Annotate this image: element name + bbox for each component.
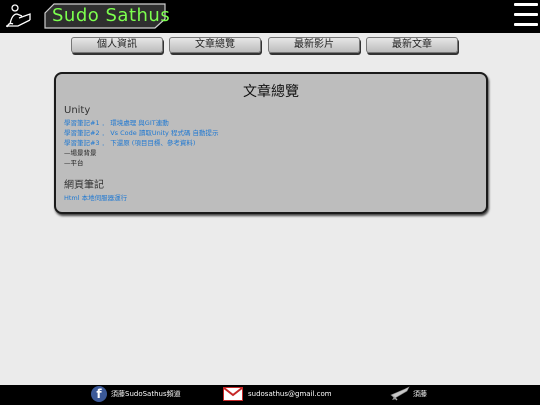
nav-latest-articles[interactable]: 最新文章 xyxy=(366,37,458,53)
reading-person-icon[interactable] xyxy=(4,2,34,30)
article-overview-panel: 文章總覽 Unity 學習筆記#1 ． 環境處理 與GIT連動 學習筆記#2 ．… xyxy=(54,72,488,214)
section-heading-unity: Unity xyxy=(64,105,91,116)
article-link[interactable]: Html 本地伺服器運行 xyxy=(64,194,127,202)
facebook-channel-link[interactable]: 須藤SudoSathus頻道 xyxy=(111,390,181,399)
email-link[interactable]: sudosathus@gmail.com xyxy=(248,390,332,399)
sub-topic-note: —場景背景 xyxy=(64,149,97,157)
hamburger-menu-icon[interactable] xyxy=(514,3,538,29)
gmail-icon[interactable] xyxy=(223,387,243,401)
sword-icon[interactable] xyxy=(390,386,410,402)
section-heading-web-notes: 網頁筆記 xyxy=(64,180,104,191)
page-title: 文章總覽 xyxy=(243,84,299,100)
nav-personal-info[interactable]: 個人資訊 xyxy=(71,37,163,53)
sub-topic-note: —平台 xyxy=(64,159,84,167)
nav-latest-videos[interactable]: 最新影片 xyxy=(268,37,360,53)
sword-label[interactable]: 須藤 xyxy=(413,390,427,399)
nav-article-overview[interactable]: 文章總覽 xyxy=(169,37,261,53)
article-link[interactable]: 學習筆記#3 ． 下還原 (項目目標、參考資料) xyxy=(64,139,195,147)
article-link[interactable]: 學習筆記#1 ． 環境處理 與GIT連動 xyxy=(64,119,169,127)
logo-text[interactable]: Sudo Sathus xyxy=(52,5,170,27)
article-link[interactable]: 學習筆記#2 ． Vs Code 讀取Unity 程式碼 自動提示 xyxy=(64,129,219,137)
facebook-icon[interactable]: f xyxy=(91,386,107,402)
